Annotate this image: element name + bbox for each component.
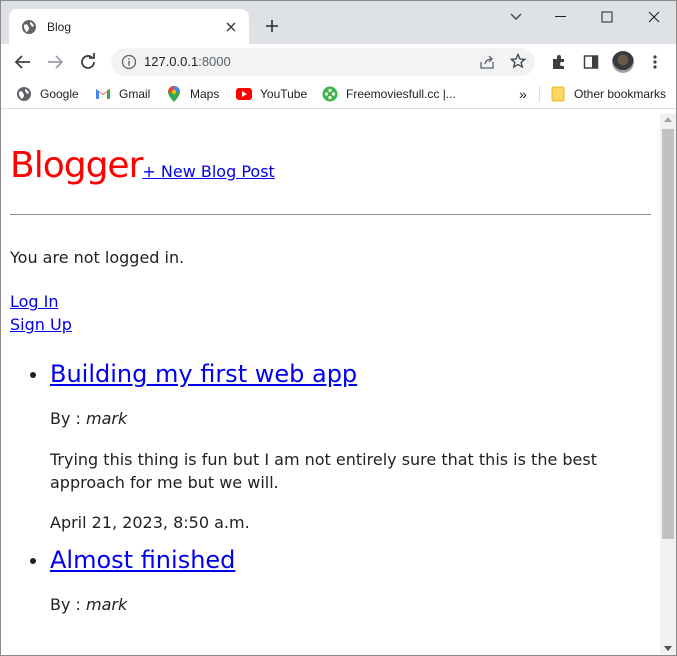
post-byline: By : mark [50, 409, 128, 428]
menu-kebab-icon[interactable] [645, 52, 665, 72]
login-status: You are not logged in. [10, 248, 185, 267]
post-title: Building my first web app [50, 358, 640, 390]
forward-arrow-icon[interactable] [45, 52, 65, 72]
list-bullet [30, 558, 36, 564]
scroll-thumb[interactable] [662, 129, 674, 539]
side-panel-icon[interactable] [581, 52, 601, 72]
bookmark-freemovies[interactable]: Freemoviesfull.cc |... [322, 85, 456, 103]
post-title-link[interactable]: Building my first web app [50, 360, 357, 388]
post-title: Almost finished [50, 544, 640, 576]
login-link[interactable]: Log In [10, 290, 72, 313]
post-author: mark [86, 595, 128, 614]
globe-icon [16, 86, 32, 102]
bookmark-google[interactable]: Google [16, 85, 79, 103]
back-arrow-icon[interactable] [13, 52, 33, 72]
site-info-icon[interactable] [121, 54, 137, 70]
bookmarks-bar: Google Gmail Maps YouTube Freemoviesfull… [1, 80, 676, 109]
post-title-link[interactable]: Almost finished [50, 546, 235, 574]
post-list: Building my first web app By : mark Tryi… [1, 358, 660, 626]
new-tab-button[interactable] [263, 17, 281, 35]
gmail-icon [95, 86, 111, 102]
post-author: mark [86, 409, 128, 428]
share-icon[interactable] [479, 54, 495, 70]
scroll-down-arrow-icon[interactable] [664, 646, 672, 651]
maps-pin-icon [166, 86, 182, 102]
bookmark-youtube[interactable]: YouTube [236, 85, 307, 103]
page-viewport: Blogger+ New Blog Post You are not logge… [1, 113, 660, 655]
bookmark-star-icon[interactable] [509, 52, 527, 69]
folder-icon [550, 86, 566, 102]
maximize-button[interactable] [592, 7, 622, 27]
profile-avatar[interactable] [612, 51, 634, 73]
other-bookmarks[interactable]: Other bookmarks [550, 85, 666, 103]
page-header: Blogger+ New Blog Post [10, 145, 275, 186]
header-divider [10, 214, 651, 215]
tab-search-icon[interactable] [501, 7, 531, 27]
bookmarks-divider [539, 86, 540, 102]
bookmarks-overflow-button[interactable]: » [519, 85, 527, 103]
list-bullet [30, 372, 36, 378]
signup-link[interactable]: Sign Up [10, 313, 72, 336]
new-blog-post-link[interactable]: + New Blog Post [142, 162, 274, 181]
post-date: April 21, 2023, 8:50 a.m. [50, 513, 250, 532]
tab-blog[interactable]: Blog [9, 9, 249, 44]
tab-strip: Blog [1, 1, 676, 44]
bookmark-maps[interactable]: Maps [166, 85, 219, 103]
url-text: 127.0.0.1:8000 [144, 54, 231, 69]
close-window-button[interactable] [639, 7, 669, 27]
extensions-puzzle-icon[interactable] [549, 52, 569, 72]
list-item: Building my first web app By : mark Tryi… [1, 358, 660, 534]
list-item: Almost finished By : mark [1, 544, 660, 616]
close-icon[interactable] [223, 19, 239, 35]
post-body: Trying this thing is fun but I am not en… [50, 450, 597, 492]
browser-window: Blog 127.0.0.1:8000 Google Gmail Maps Yo… [0, 0, 677, 656]
reload-icon[interactable] [78, 52, 98, 72]
scroll-up-arrow-icon[interactable] [664, 117, 672, 122]
address-bar[interactable]: 127.0.0.1:8000 [111, 48, 535, 76]
auth-links: Log In Sign Up [10, 290, 72, 336]
vertical-scrollbar[interactable] [660, 113, 676, 655]
film-reel-icon [322, 86, 338, 102]
toolbar: 127.0.0.1:8000 [1, 44, 676, 80]
brand-title: Blogger [10, 145, 143, 186]
tab-title: Blog [47, 19, 72, 34]
minimize-button[interactable] [546, 7, 576, 27]
post-byline: By : mark [50, 595, 128, 614]
youtube-icon [236, 86, 252, 102]
bookmark-gmail[interactable]: Gmail [95, 85, 150, 103]
globe-icon [21, 19, 37, 35]
